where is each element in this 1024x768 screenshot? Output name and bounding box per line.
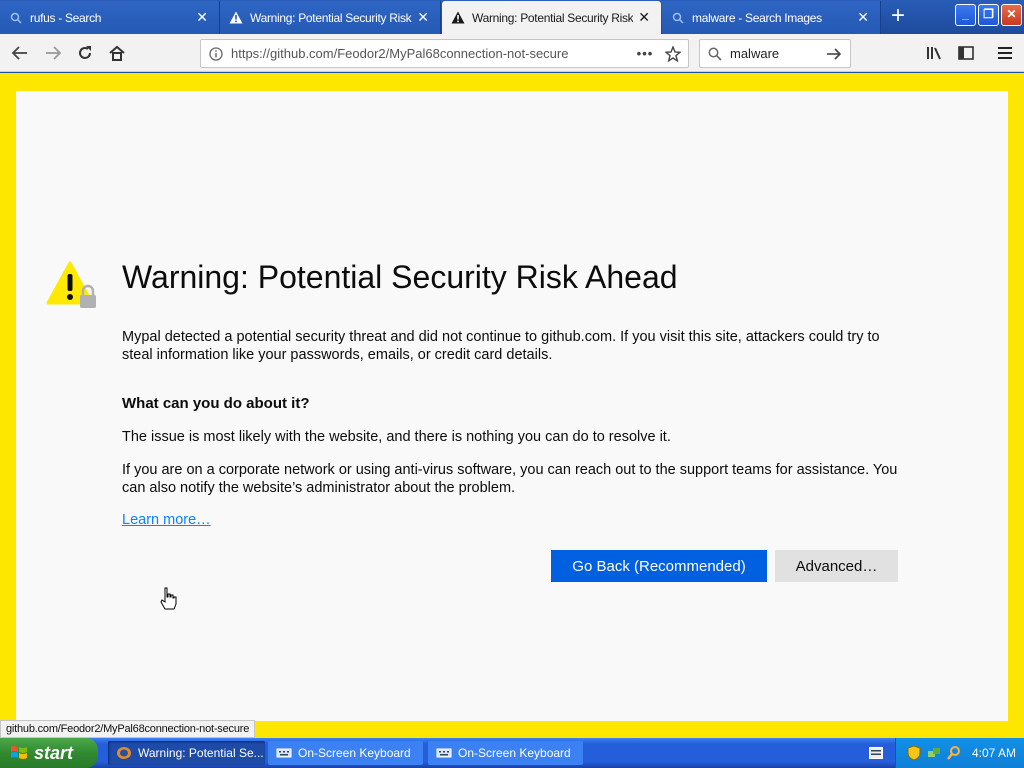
library-icon bbox=[927, 47, 941, 60]
search-go-arrow-icon[interactable] bbox=[820, 47, 848, 61]
tab-malware-images[interactable]: malware - Search Images ✕ bbox=[662, 1, 881, 34]
restore-button[interactable]: ❐ bbox=[978, 4, 999, 26]
page-viewport: Warning: Potential Security Risk Ahead M… bbox=[0, 73, 1024, 738]
advanced-button[interactable]: Advanced… bbox=[775, 550, 898, 582]
search-bar[interactable] bbox=[699, 39, 851, 68]
error-page: Warning: Potential Security Risk Ahead M… bbox=[16, 91, 1008, 721]
tab-label: malware - Search Images bbox=[692, 10, 822, 25]
network-icon[interactable] bbox=[926, 745, 942, 761]
hamburger-menu-icon bbox=[998, 47, 1012, 59]
library-button[interactable] bbox=[920, 40, 948, 66]
sidebar-toggle-button[interactable] bbox=[952, 40, 980, 66]
language-bar-icon[interactable] bbox=[869, 747, 883, 759]
minimize-button[interactable]: _ bbox=[955, 4, 976, 26]
clock: 4:07 AM bbox=[972, 746, 1017, 760]
taskbar-item-osk-1[interactable]: On-Screen Keyboard bbox=[268, 741, 423, 765]
task-label: On-Screen Keyboard bbox=[298, 746, 411, 760]
close-icon[interactable]: ✕ bbox=[633, 7, 655, 29]
page-title: Warning: Potential Security Risk Ahead bbox=[122, 259, 678, 295]
tab-strip: rufus - Search ✕ Warning: Potential Secu… bbox=[0, 0, 1024, 34]
windows-taskbar: start Warning: Potential Se... On-Screen… bbox=[0, 738, 1024, 768]
taskbar-item-osk-2[interactable]: On-Screen Keyboard bbox=[428, 741, 583, 765]
tab-label: Warning: Potential Security Risk Ahead bbox=[472, 10, 633, 25]
url-bar[interactable]: ••• bbox=[200, 39, 689, 68]
search-tray-icon[interactable] bbox=[946, 745, 962, 761]
status-bar-url: github.com/Feodor2/MyPal68connection-not… bbox=[0, 720, 256, 738]
reload-icon bbox=[79, 46, 91, 59]
warning-icon bbox=[228, 10, 244, 26]
main-menu-button[interactable] bbox=[991, 40, 1019, 66]
site-info-icon[interactable] bbox=[201, 46, 231, 61]
task-label: On-Screen Keyboard bbox=[458, 746, 571, 760]
reload-button[interactable] bbox=[71, 40, 99, 66]
hand-cursor-icon bbox=[160, 587, 177, 610]
tab-warning-active[interactable]: Warning: Potential Security Risk Ahead ✕ bbox=[442, 1, 661, 34]
sidebar-icon bbox=[958, 46, 974, 60]
tab-rufus-search[interactable]: rufus - Search ✕ bbox=[0, 1, 220, 34]
tab-label: Warning: Potential Security Risk Ahead bbox=[250, 10, 412, 25]
close-icon[interactable]: ✕ bbox=[412, 7, 434, 29]
keyboard-icon bbox=[276, 748, 292, 758]
navigation-toolbar: ••• bbox=[0, 34, 1024, 72]
page-actions-menu-icon[interactable]: ••• bbox=[632, 46, 658, 61]
search-input[interactable] bbox=[730, 46, 820, 61]
close-icon[interactable]: ✕ bbox=[852, 7, 874, 29]
search-icon bbox=[670, 10, 686, 26]
start-label: start bbox=[34, 742, 74, 763]
forward-arrow-icon bbox=[46, 46, 62, 60]
windows-flag-icon bbox=[11, 746, 27, 759]
warning-icon bbox=[450, 10, 466, 26]
tab-warning-1[interactable]: Warning: Potential Security Risk Ahead ✕ bbox=[220, 1, 441, 34]
bookmark-star-icon[interactable] bbox=[658, 45, 688, 62]
issue-paragraph: The issue is most likely with the websit… bbox=[122, 429, 671, 445]
security-shield-icon[interactable] bbox=[906, 745, 922, 761]
warning-lock-icon bbox=[46, 261, 96, 308]
browser-app-icon bbox=[117, 747, 131, 759]
system-tray: 4:07 AM bbox=[895, 738, 1024, 768]
url-input[interactable] bbox=[231, 46, 632, 61]
go-back-button[interactable]: Go Back (Recommended) bbox=[551, 550, 767, 582]
forward-button[interactable] bbox=[39, 40, 67, 66]
home-icon bbox=[109, 45, 125, 61]
task-label: Warning: Potential Se... bbox=[138, 746, 264, 760]
what-can-you-do-heading: What can you do about it? bbox=[122, 395, 310, 412]
search-icon bbox=[8, 10, 24, 26]
home-button[interactable] bbox=[103, 40, 131, 66]
back-button[interactable] bbox=[6, 40, 34, 66]
start-button[interactable]: start bbox=[0, 738, 98, 768]
close-icon[interactable]: ✕ bbox=[191, 7, 213, 29]
taskbar-item-browser[interactable]: Warning: Potential Se... bbox=[108, 741, 265, 765]
new-tab-button[interactable]: + bbox=[884, 4, 912, 30]
back-arrow-icon bbox=[11, 46, 27, 60]
close-window-button[interactable]: ✕ bbox=[1001, 4, 1022, 26]
intro-paragraph: Mypal detected a potential security thre… bbox=[122, 329, 880, 363]
learn-more-link[interactable]: Learn more… bbox=[122, 512, 211, 528]
tab-label: rufus - Search bbox=[30, 10, 102, 25]
corporate-network-paragraph: If you are on a corporate network or usi… bbox=[122, 462, 898, 496]
search-icon bbox=[700, 47, 730, 61]
keyboard-icon bbox=[436, 748, 452, 758]
